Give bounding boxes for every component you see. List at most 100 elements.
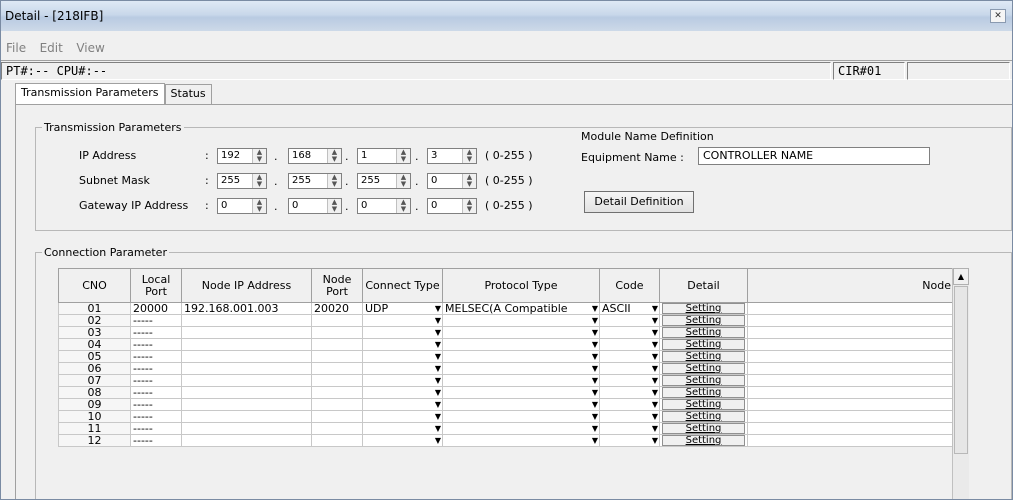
code-select[interactable]: ▼ <box>599 314 660 327</box>
protocol-type-select[interactable]: ▼ <box>442 326 600 339</box>
node-ip-cell[interactable] <box>181 326 312 339</box>
gateway-octet-4[interactable]: 0 ▲ ▼ <box>427 198 477 214</box>
node-cell[interactable] <box>747 314 954 327</box>
local-port-cell[interactable]: ----- <box>130 410 182 423</box>
dropdown-arrow-icon[interactable]: ▼ <box>652 316 658 325</box>
node-ip-cell[interactable] <box>181 398 312 411</box>
setting-button[interactable]: Setting <box>662 339 745 350</box>
dropdown-arrow-icon[interactable]: ▼ <box>592 316 598 325</box>
code-select[interactable]: ▼ <box>599 422 660 435</box>
title-bar[interactable]: Detail - [218IFB] ✕ <box>1 1 1012 31</box>
header-node-ip[interactable]: Node IP Address <box>181 268 312 303</box>
dropdown-arrow-icon[interactable]: ▼ <box>435 304 441 313</box>
dropdown-arrow-icon[interactable]: ▼ <box>592 412 598 421</box>
protocol-type-select[interactable]: ▼ <box>442 398 600 411</box>
subnet-octet-4[interactable]: 0 ▲ ▼ <box>427 173 477 189</box>
header-code[interactable]: Code <box>599 268 660 303</box>
local-port-cell[interactable]: ----- <box>130 398 182 411</box>
setting-button-cell[interactable]: Setting <box>659 386 748 399</box>
node-ip-cell[interactable] <box>181 386 312 399</box>
setting-button-cell[interactable]: Setting <box>659 326 748 339</box>
connect-type-select[interactable]: ▼ <box>362 386 443 399</box>
setting-button-cell[interactable]: Setting <box>659 362 748 375</box>
dropdown-arrow-icon[interactable]: ▼ <box>435 388 441 397</box>
node-cell[interactable] <box>747 422 954 435</box>
node-cell[interactable] <box>747 398 954 411</box>
spin-arrows-icon[interactable]: ▲ ▼ <box>327 149 341 163</box>
table-row[interactable]: 10 ----- ▼ ▼ ▼ Setting <box>58 410 954 423</box>
connect-type-select[interactable]: ▼ <box>362 314 443 327</box>
dropdown-arrow-icon[interactable]: ▼ <box>652 388 658 397</box>
code-select[interactable]: ▼ <box>599 398 660 411</box>
dropdown-arrow-icon[interactable]: ▼ <box>592 388 598 397</box>
tab-status[interactable]: Status <box>164 84 212 104</box>
node-cell[interactable] <box>747 338 954 351</box>
node-cell[interactable] <box>747 410 954 423</box>
setting-button[interactable]: Setting <box>662 411 745 422</box>
table-row[interactable]: 08 ----- ▼ ▼ ▼ Setting <box>58 386 954 399</box>
protocol-type-select[interactable]: ▼ <box>442 386 600 399</box>
table-row[interactable]: 11 ----- ▼ ▼ ▼ Setting <box>58 422 954 435</box>
setting-button-cell[interactable]: Setting <box>659 338 748 351</box>
spin-arrows-icon[interactable]: ▲ ▼ <box>327 174 341 188</box>
dropdown-arrow-icon[interactable]: ▼ <box>652 412 658 421</box>
dropdown-arrow-icon[interactable]: ▼ <box>652 376 658 385</box>
table-row[interactable]: 06 ----- ▼ ▼ ▼ Setting <box>58 362 954 375</box>
node-ip-cell[interactable] <box>181 314 312 327</box>
table-row[interactable]: 05 ----- ▼ ▼ ▼ Setting <box>58 350 954 363</box>
ip-octet-3[interactable]: 1 ▲ ▼ <box>357 148 411 164</box>
node-ip-cell[interactable]: 192.168.001.003 <box>181 302 312 315</box>
connect-type-select[interactable]: ▼ <box>362 362 443 375</box>
protocol-type-select[interactable]: MELSEC(A Compatible ▼ <box>442 302 600 315</box>
local-port-cell[interactable]: ----- <box>130 386 182 399</box>
protocol-type-select[interactable]: ▼ <box>442 350 600 363</box>
gateway-octet-2[interactable]: 0 ▲ ▼ <box>288 198 342 214</box>
setting-button[interactable]: Setting <box>662 399 745 410</box>
node-ip-cell[interactable] <box>181 338 312 351</box>
spin-arrows-icon[interactable]: ▲ ▼ <box>462 199 476 213</box>
node-port-cell[interactable] <box>311 362 363 375</box>
table-vertical-scrollbar[interactable]: ▲ <box>952 268 969 499</box>
connect-type-select[interactable]: ▼ <box>362 338 443 351</box>
code-select[interactable]: ▼ <box>599 386 660 399</box>
dropdown-arrow-icon[interactable]: ▼ <box>435 316 441 325</box>
spin-arrows-icon[interactable]: ▲ ▼ <box>396 199 410 213</box>
protocol-type-select[interactable]: ▼ <box>442 374 600 387</box>
code-select[interactable]: ASCII ▼ <box>599 302 660 315</box>
connect-type-select[interactable]: ▼ <box>362 422 443 435</box>
node-port-cell[interactable]: 20020 <box>311 302 363 315</box>
connect-type-select[interactable]: ▼ <box>362 410 443 423</box>
tab-transmission-parameters[interactable]: Transmission Parameters <box>15 83 165 105</box>
table-row[interactable]: 01 20000 192.168.001.003 20020 UDP ▼ MELSEC(A … <box>58 302 954 315</box>
setting-button[interactable]: Setting <box>662 375 745 386</box>
protocol-type-select[interactable]: ▼ <box>442 434 600 447</box>
table-row[interactable]: 03 ----- ▼ ▼ ▼ Setting <box>58 326 954 339</box>
setting-button-cell[interactable]: Setting <box>659 410 748 423</box>
dropdown-arrow-icon[interactable]: ▼ <box>435 436 441 445</box>
node-port-cell[interactable] <box>311 374 363 387</box>
code-select[interactable]: ▼ <box>599 410 660 423</box>
node-ip-cell[interactable] <box>181 410 312 423</box>
node-cell[interactable] <box>747 302 954 315</box>
setting-button[interactable]: Setting <box>662 423 745 434</box>
node-ip-cell[interactable] <box>181 350 312 363</box>
table-row[interactable]: 04 ----- ▼ ▼ ▼ Setting <box>58 338 954 351</box>
gateway-octet-3[interactable]: 0 ▲ ▼ <box>357 198 411 214</box>
node-port-cell[interactable] <box>311 410 363 423</box>
connect-type-select[interactable]: ▼ <box>362 326 443 339</box>
menu-edit[interactable]: Edit <box>35 39 68 57</box>
node-cell[interactable] <box>747 350 954 363</box>
header-node[interactable]: Node <box>747 268 954 303</box>
protocol-type-select[interactable]: ▼ <box>442 338 600 351</box>
dropdown-arrow-icon[interactable]: ▼ <box>592 352 598 361</box>
spin-arrows-icon[interactable]: ▲ ▼ <box>252 199 266 213</box>
table-row[interactable]: 07 ----- ▼ ▼ ▼ Setting <box>58 374 954 387</box>
setting-button-cell[interactable]: Setting <box>659 374 748 387</box>
protocol-type-select[interactable]: ▼ <box>442 314 600 327</box>
dropdown-arrow-icon[interactable]: ▼ <box>652 340 658 349</box>
header-detail[interactable]: Detail <box>659 268 748 303</box>
node-port-cell[interactable] <box>311 314 363 327</box>
dropdown-arrow-icon[interactable]: ▼ <box>652 304 658 313</box>
setting-button[interactable]: Setting <box>662 327 745 338</box>
node-port-cell[interactable] <box>311 386 363 399</box>
